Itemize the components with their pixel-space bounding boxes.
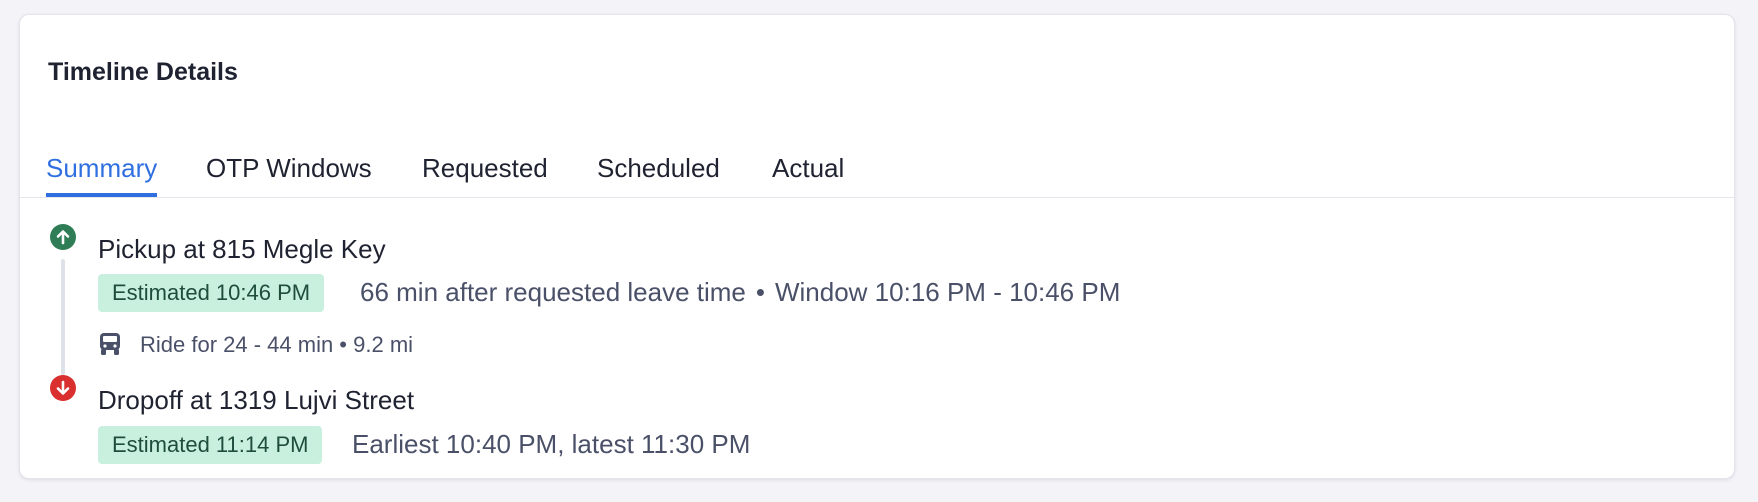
pickup-delay-text: 66 min after requested leave time: [360, 277, 746, 307]
tab-summary[interactable]: Summary: [46, 153, 158, 197]
arrow-down-icon: [50, 375, 76, 401]
tab-bar: Summary OTP Windows Requested Scheduled …: [20, 136, 1734, 198]
bus-icon: [98, 331, 122, 362]
tab-otp-windows[interactable]: OTP Windows: [206, 153, 372, 197]
separator-dot: •: [755, 277, 765, 307]
tab-requested[interactable]: Requested: [422, 153, 548, 197]
tab-scheduled[interactable]: Scheduled: [597, 153, 720, 197]
ride-duration-distance: Ride for 24 - 44 min • 9.2 mi: [140, 332, 414, 357]
dropoff-title: Dropoff at 1319 Lujvi Street: [98, 385, 415, 415]
arrow-up-icon: [50, 224, 76, 250]
dropoff-detail: Earliest 10:40 PM, latest 11:30 PM: [352, 429, 751, 459]
dropoff-estimate-badge: Estimated 11:14 PM: [98, 426, 323, 464]
tab-actual[interactable]: Actual: [772, 153, 844, 197]
pickup-window-text: Window 10:16 PM - 10:46 PM: [774, 277, 1121, 307]
timeline-connector: [61, 259, 65, 375]
pickup-title: Pickup at 815 Megle Key: [98, 234, 386, 264]
timeline-details-card: Timeline Details Summary OTP Windows Req…: [19, 14, 1735, 479]
card-title: Timeline Details: [48, 58, 238, 86]
pickup-estimate-badge: Estimated 10:46 PM: [98, 274, 325, 312]
pickup-detail: 66 min after requested leave time • Window…: [360, 277, 1120, 308]
